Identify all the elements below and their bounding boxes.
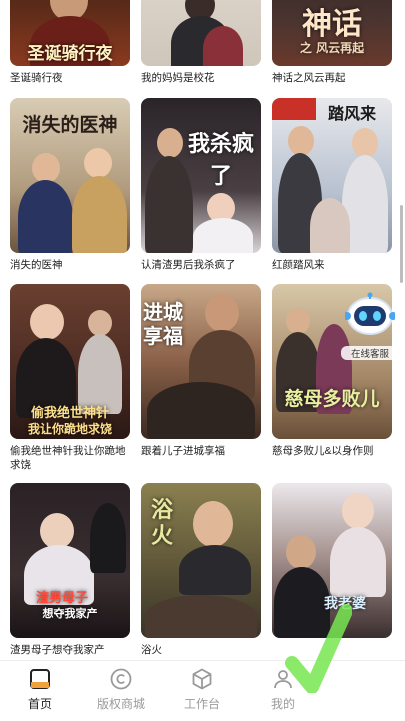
drama-card[interactable]: 进城享福 跟着儿子进城享福 — [141, 284, 261, 458]
tab-home[interactable]: 首页 — [0, 667, 80, 712]
actor-figure — [157, 128, 183, 158]
drama-poster[interactable]: 踏风来 — [272, 98, 392, 253]
actor-figure — [40, 513, 74, 549]
poster-title-art: 浴火 — [150, 497, 173, 549]
drama-card[interactable]: 神话 之 风云再起 神话之风云再起 — [272, 0, 392, 85]
poster-subtitle-art: 我让你跪地求饶 — [27, 422, 112, 436]
drama-poster[interactable] — [141, 0, 261, 66]
poster-subtitle-art: 之 风云再起 — [299, 41, 365, 55]
poster-title-art: 踏风来 — [327, 104, 376, 123]
drama-poster[interactable]: 浴火 — [141, 483, 261, 638]
drama-poster[interactable]: 进城享福 — [141, 284, 261, 439]
actor-figure — [330, 527, 386, 597]
actor-figure — [32, 153, 60, 183]
actor-figure — [147, 382, 255, 439]
drama-card[interactable]: 偷我绝世神针 我让你跪地求饶 偷我绝世神针我让你跪地求饶 — [10, 284, 130, 472]
actor-figure — [310, 198, 350, 253]
drama-title: 消失的医神 — [10, 259, 63, 271]
drama-poster[interactable]: 消失的医神 — [10, 98, 130, 253]
drama-title: 神话之风云再起 — [272, 72, 346, 84]
title-banner — [272, 98, 316, 120]
copyright-icon — [110, 668, 132, 690]
drama-title: 我的妈妈是校花 — [141, 72, 215, 84]
drama-poster[interactable]: 神话 之 风云再起 — [272, 0, 392, 66]
actor-figure — [18, 180, 73, 253]
actor-figure — [193, 501, 233, 547]
drama-title: 浴火 — [141, 644, 162, 656]
actor-figure — [352, 128, 378, 158]
actor-figure — [205, 294, 239, 332]
poster-title-art: 消失的医神 — [22, 114, 118, 136]
drama-card[interactable]: 踏风来 红颜踏风来 — [272, 98, 392, 272]
drama-card[interactable]: 我的妈妈是校花 — [141, 0, 261, 85]
drama-poster[interactable]: 我杀疯了 — [141, 98, 261, 253]
drama-card[interactable]: 消失的医神 消失的医神 — [10, 98, 130, 272]
drama-title: 圣诞骑行夜 — [10, 72, 63, 84]
poster-title-art: 偷我绝世神针 — [30, 406, 109, 421]
poster-title-art: 进城享福 — [143, 300, 183, 348]
poster-title-art: 圣诞骑行夜 — [27, 44, 113, 64]
poster-title-art: 神话 — [302, 7, 362, 42]
drama-card[interactable]: 圣诞骑行夜 圣诞骑行夜 — [10, 0, 130, 85]
poster-title-art: 渣男母子 — [35, 591, 88, 606]
tab-label: 首页 — [27, 697, 52, 711]
actor-figure — [203, 26, 243, 66]
scrollbar[interactable] — [400, 205, 403, 283]
drama-title: 跟着儿子进城享福 — [141, 445, 225, 457]
online-service-button[interactable]: 在线客服 — [341, 292, 399, 362]
tab-workbench[interactable]: 工作台 — [162, 667, 242, 712]
actor-figure — [342, 493, 374, 529]
actor-figure — [288, 126, 314, 156]
actor-figure — [145, 595, 257, 638]
online-service-label: 在线客服 — [341, 346, 399, 360]
tab-copyright-store[interactable]: 版权商城 — [81, 667, 161, 712]
poster-subtitle-art: 想夺我家产 — [42, 607, 98, 620]
tab-label: 我的 — [270, 697, 295, 711]
actor-figure — [90, 503, 126, 573]
actor-figure — [30, 304, 64, 340]
drama-title: 认清渣男后我杀疯了 — [141, 259, 236, 271]
drama-poster[interactable]: 偷我绝世神针 我让你跪地求饶 — [10, 284, 130, 439]
cube-icon — [192, 668, 212, 690]
actor-figure — [72, 176, 127, 253]
drama-poster[interactable]: 圣诞骑行夜 — [10, 0, 130, 66]
drama-card[interactable]: 浴火 浴火 — [141, 483, 261, 657]
drama-title: 偷我绝世神针我让你跪地求饶 — [10, 445, 126, 471]
poster-title-art: 慈母多败儿 — [284, 388, 380, 410]
drama-title: 红颜踏风来 — [272, 259, 325, 271]
drama-poster[interactable]: 渣男母子 想夺我家产 — [10, 483, 130, 638]
actor-figure — [179, 545, 251, 595]
drama-card[interactable]: 我杀疯了 认清渣男后我杀疯了 — [141, 98, 261, 272]
watermark-logo — [285, 604, 352, 693]
drama-title: 渣男母子想夺我家产 — [10, 644, 105, 656]
actor-figure — [193, 218, 253, 253]
drama-card[interactable]: 渣男母子 想夺我家产 渣男母子想夺我家产 — [10, 483, 130, 657]
drama-title: 慈母多败儿&以身作则 — [272, 445, 374, 457]
actor-figure — [84, 148, 112, 178]
poster-title-art: 我杀疯了 — [187, 131, 254, 189]
tab-label: 版权商城 — [96, 697, 145, 711]
home-icon — [30, 669, 50, 689]
robot-icon — [343, 292, 397, 335]
actor-figure — [88, 310, 112, 336]
bottom-tab-bar: 首页 版权商城 工作台 我的 — [0, 604, 405, 721]
tab-label: 工作台 — [183, 697, 220, 711]
actor-figure — [286, 308, 310, 334]
actor-figure — [286, 535, 316, 569]
